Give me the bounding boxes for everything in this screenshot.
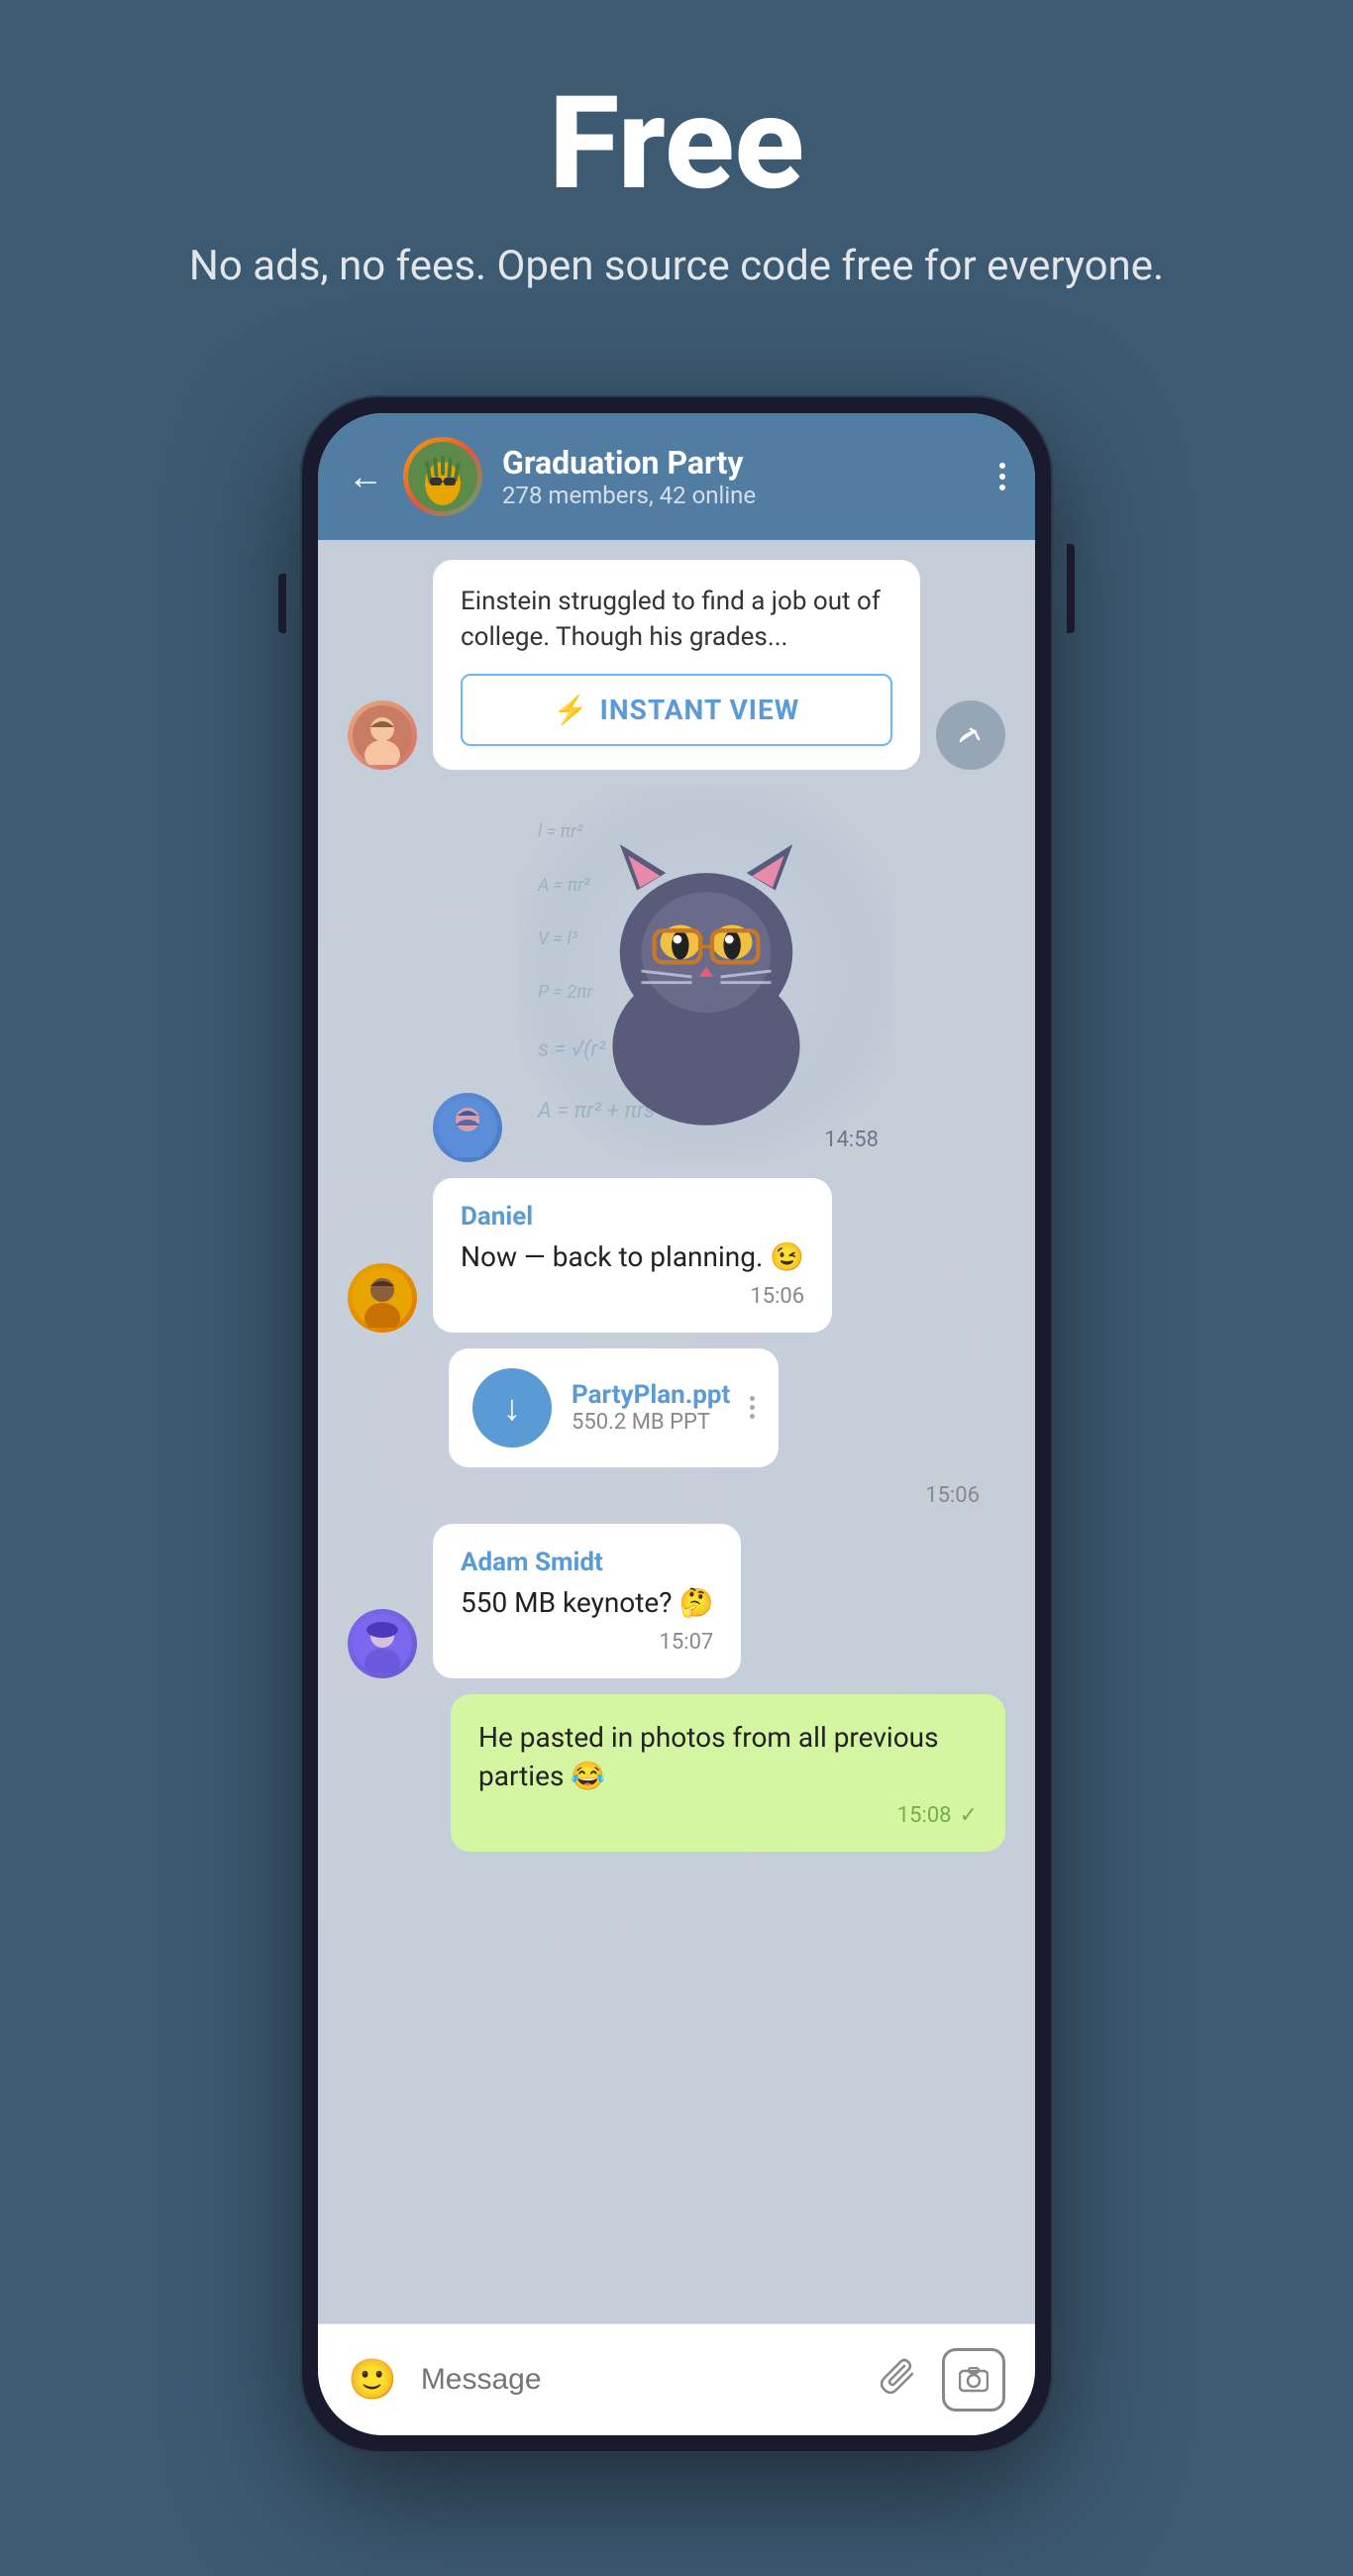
- sent-meta: 15:08 ✓: [478, 1803, 978, 1828]
- dot: [999, 463, 1005, 469]
- hero-subtitle: No ads, no fees. Open source code free f…: [40, 238, 1313, 296]
- group-name: Graduation Party: [502, 444, 980, 482]
- read-checkmark: ✓: [960, 1803, 978, 1828]
- camera-button[interactable]: [942, 2348, 1005, 2412]
- message-input[interactable]: [421, 2363, 857, 2397]
- file-message-row: ↓ PartyPlan.ppt 550.2 MB PPT: [348, 1348, 1005, 1467]
- daniel-text: Now — back to planning. 😉: [461, 1237, 804, 1276]
- sticker-time: 14:58: [824, 1127, 879, 1152]
- power-button: [1067, 544, 1075, 633]
- back-button[interactable]: ←: [348, 456, 383, 497]
- link-preview-message: Einstein struggled to find a job out of …: [348, 560, 1005, 770]
- file-download-button[interactable]: ↓: [472, 1368, 552, 1448]
- file-more-button[interactable]: [750, 1396, 755, 1419]
- download-arrow-icon: ↓: [503, 1387, 521, 1429]
- adam-message-row: Adam Smidt 550 MB keynote? 🤔 15:07: [348, 1524, 1005, 1678]
- adam-meta: 15:07: [461, 1630, 713, 1655]
- adam-avatar: [348, 1609, 417, 1678]
- daniel-message-row: Daniel Now — back to planning. 😉 15:06: [348, 1178, 1005, 1333]
- emoji-button[interactable]: 🙂: [348, 2356, 397, 2403]
- file-info: PartyPlan.ppt 550.2 MB PPT: [572, 1380, 730, 1435]
- file-size: 550.2 MB PPT: [572, 1410, 730, 1435]
- dot: [750, 1396, 755, 1401]
- sent-message-row: He pasted in photos from all previous pa…: [348, 1694, 1005, 1852]
- message-input-area: 🙂: [318, 2323, 1035, 2435]
- sticker-message: l = πr² A = πr² V = l³ P = 2πr s = √(r² …: [348, 786, 1005, 1162]
- hero-title: Free: [40, 79, 1313, 208]
- hero-section: Free No ads, no fees. Open source code f…: [0, 0, 1353, 356]
- instant-view-button[interactable]: ⚡ INSTANT VIEW: [461, 674, 892, 746]
- adam-time: 15:07: [660, 1630, 714, 1655]
- adam-text: 550 MB keynote? 🤔: [461, 1583, 713, 1622]
- link-preview-text: Einstein struggled to find a job out of …: [461, 584, 892, 656]
- sender-name-daniel: Daniel: [461, 1202, 804, 1232]
- dot: [999, 474, 1005, 480]
- phone-frame: ←: [300, 395, 1053, 2453]
- forward-button[interactable]: [936, 700, 1005, 770]
- file-time: 15:06: [925, 1483, 988, 1508]
- file-name: PartyPlan.ppt: [572, 1380, 730, 1410]
- sticker-area: l = πr² A = πr² V = l³ P = 2πr s = √(r² …: [518, 786, 894, 1162]
- attach-button[interactable]: [881, 2356, 918, 2403]
- daniel-time: 15:06: [750, 1284, 804, 1309]
- group-info: Graduation Party 278 members, 42 online: [502, 444, 980, 509]
- daniel-bubble: Daniel Now — back to planning. 😉 15:06: [433, 1178, 832, 1333]
- file-bubble: ↓ PartyPlan.ppt 550.2 MB PPT: [449, 1348, 779, 1467]
- phone-wrapper: ←: [300, 395, 1053, 2453]
- file-time-row: 15:06: [348, 1483, 1005, 1508]
- adam-bubble: Adam Smidt 550 MB keynote? 🤔 15:07: [433, 1524, 741, 1678]
- cat-sticker: [558, 815, 855, 1132]
- group-avatar: [403, 437, 482, 516]
- sent-bubble: He pasted in photos from all previous pa…: [451, 1694, 1005, 1852]
- sent-text: He pasted in photos from all previous pa…: [478, 1718, 978, 1795]
- sender-name-adam: Adam Smidt: [461, 1548, 713, 1577]
- more-button[interactable]: [999, 463, 1005, 490]
- dot: [750, 1414, 755, 1419]
- link-bubble: Einstein struggled to find a job out of …: [433, 560, 920, 770]
- chat-area: Einstein struggled to find a job out of …: [318, 540, 1035, 2323]
- instant-view-label: INSTANT VIEW: [600, 694, 800, 726]
- phone-screen: ←: [318, 413, 1035, 2435]
- message-meta: 15:06: [461, 1284, 804, 1309]
- sender-avatar: [348, 700, 417, 770]
- chat-header: ←: [318, 413, 1035, 540]
- volume-button: [278, 574, 286, 633]
- dot: [750, 1405, 755, 1410]
- sent-time: 15:08: [897, 1803, 952, 1828]
- dot: [999, 484, 1005, 490]
- group-meta: 278 members, 42 online: [502, 482, 980, 509]
- sender-avatar-2: [433, 1093, 502, 1162]
- lightning-icon: ⚡: [554, 694, 588, 726]
- daniel-avatar: [348, 1263, 417, 1333]
